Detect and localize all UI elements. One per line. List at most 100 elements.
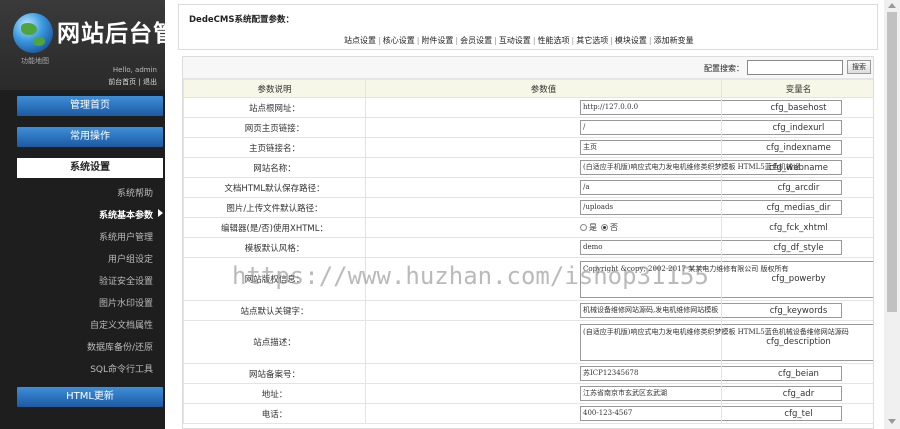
sidebar-item-user-mgmt[interactable]: 系统用户管理 — [13, 230, 153, 243]
column-header-value: 参数值 — [365, 79, 722, 98]
param-label: 网站版权信息： — [183, 257, 366, 301]
table-header-row: 参数说明 参数值 变量名 — [183, 79, 873, 98]
param-label: 地址： — [183, 383, 366, 404]
config-tabs: 站点设置 | 核心设置 | 附件设置 | 会员设置 | 互动设置 | 性能选项 | 其它选项 | 模块设置 |… — [344, 35, 744, 46]
table-row: 图片/上传文件默认路径：/uploads cfg_medias_dir — [183, 197, 873, 218]
variable-name: cfg_arcdir — [721, 177, 873, 198]
scrollbar[interactable] — [884, 0, 900, 429]
param-label: 文档HTML默认保存路径： — [183, 177, 366, 198]
variable-name: cfg_indexname — [721, 137, 873, 158]
table-row: 网站名称： (白适应手机版)响应式电力发电机维修类织梦模板 HTML5蓝色机械设 c… — [183, 157, 873, 178]
menu-common-ops[interactable]: 常用操作 — [17, 127, 163, 147]
search-button[interactable]: 搜索 — [847, 60, 871, 74]
tab-member[interactable]: 会员设置 — [460, 36, 492, 45]
menu-admin-home[interactable]: 管理首页 — [17, 96, 163, 116]
table-row: 文档HTML默认保存路径：/a cfg_arcdir — [183, 177, 873, 198]
table-row: 网站版权信息： Copyright &copy; 2002-2017 某某电力维修… — [183, 257, 873, 301]
variable-name: cfg_medias_dir — [721, 197, 873, 218]
xhtml-no-radio[interactable] — [601, 224, 608, 231]
xhtml-yes-radio[interactable] — [580, 224, 587, 231]
scroll-down-icon[interactable] — [888, 419, 896, 424]
tab-separator: | — [648, 36, 652, 45]
tab-performance[interactable]: 性能选项 — [538, 36, 570, 45]
tab-interaction[interactable]: 互动设置 — [499, 36, 531, 45]
table-row: 网页主页链接： / cfg_indexurl — [183, 117, 873, 138]
tab-site[interactable]: 站点设置 — [344, 36, 376, 45]
xhtml-no-radio-label: 否 — [610, 223, 618, 232]
frontend-home-link[interactable]: 前台首页 — [108, 78, 136, 86]
sidebar-item-doc-attrs[interactable]: 自定义文档属性 — [13, 318, 153, 331]
table-row: 站点描述： (自适应手机版)响应式电力发电机维修类织梦模板 HTML5蓝色机械设备… — [183, 320, 873, 364]
function-map-link[interactable]: 功能地图 — [21, 56, 49, 66]
column-header-desc: 参数说明 — [183, 79, 366, 98]
param-value-cell: Copyright &copy; 2002-2017 某某电力维修有限公司 版权… — [365, 257, 873, 301]
param-value-cell: 江苏省南京市玄武区玄武湖 — [365, 383, 842, 404]
sidebar-item-sql-tool[interactable]: SQL命令行工具 — [13, 362, 153, 375]
param-label: 图片/上传文件默认路径： — [183, 197, 366, 218]
param-label: 编辑器(是/否)使用XHTML： — [183, 217, 366, 238]
table-row: 电话： 400-123-4567 cfg_tel — [183, 403, 873, 424]
variable-name: cfg_adr — [721, 383, 873, 404]
xhtml-yes-radio-label: 是 — [589, 223, 597, 232]
variable-name: cfg_keywords — [721, 300, 873, 321]
config-rows: 站点根网址： http://127.0.0.0 cfg_basehost 网页主页链接… — [183, 97, 873, 424]
tab-separator: | — [494, 36, 497, 45]
tab-other[interactable]: 其它选项 — [576, 36, 608, 45]
tab-separator: | — [455, 36, 459, 45]
tab-add-variable[interactable]: 添加新变量 — [654, 36, 694, 45]
column-header-var: 变量名 — [721, 79, 873, 98]
page-title: DedeCMS系统配置参数： — [189, 15, 294, 25]
table-row: 网站备案号： 苏ICP12345678 cfg_beian — [183, 363, 873, 384]
param-value-cell: /a — [365, 177, 842, 198]
variable-name: cfg_fck_xhtml — [721, 217, 873, 238]
param-value-cell: demo — [365, 237, 842, 258]
menu-html-update[interactable]: HTML更新 — [17, 387, 163, 407]
table-row: 站点根网址： http://127.0.0.0 cfg_basehost — [183, 97, 873, 118]
sidebar-item-basic-params[interactable]: 系统基本参数 — [13, 208, 153, 221]
tab-module[interactable]: 模块设置 — [615, 36, 647, 45]
param-value-cell: (白适应手机版)响应式电力发电机维修类织梦模板 HTML5蓝色机械设 — [365, 157, 842, 178]
active-arrow-icon — [158, 209, 163, 217]
param-value-cell: (自适应手机版)响应式电力发电机维修类织梦模板 HTML5蓝色机械设备维修网站源… — [365, 320, 873, 364]
logo-area: 网站后台管 功能地图 Hello, admin 前台首页 | 退出 — [0, 0, 165, 90]
param-label: 站点描述： — [183, 320, 366, 364]
variable-name: cfg_beian — [721, 363, 873, 384]
logout-link[interactable]: 退出 — [143, 78, 157, 86]
param-value-cell: / — [365, 117, 842, 138]
param-label: 网站备案号： — [183, 363, 366, 384]
scroll-thumb[interactable] — [887, 12, 897, 312]
tab-separator: | — [416, 36, 420, 45]
menu-system-settings[interactable]: 系统设置 — [17, 158, 163, 178]
tab-separator: | — [610, 36, 613, 45]
param-value-cell: 400-123-4567 — [365, 403, 842, 424]
sidebar-item-system-help[interactable]: 系统帮助 — [13, 186, 153, 199]
param-label: 主页链接名： — [183, 137, 366, 158]
param-label: 网站名称： — [183, 157, 366, 178]
sidebar-item-user-groups[interactable]: 用户组设定 — [13, 252, 153, 265]
variable-name: cfg_df_style — [721, 237, 873, 258]
variable-name: cfg_basehost — [721, 97, 873, 118]
tab-separator: | — [571, 36, 575, 45]
tab-attachment[interactable]: 附件设置 — [421, 36, 453, 45]
tab-separator: | — [532, 36, 536, 45]
tab-core[interactable]: 核心设置 — [383, 36, 415, 45]
sidebar-item-watermark[interactable]: 图片水印设置 — [13, 296, 153, 309]
config-table: 参数说明 参数值 变量名 站点根网址： http://127.0.0.0 cfg_b… — [183, 79, 873, 424]
sidebar: 网站后台管 功能地图 Hello, admin 前台首页 | 退出 管理首页 常… — [0, 0, 165, 429]
table-row: 主页链接名： 主页 cfg_indexname — [183, 137, 873, 158]
config-table-box: 配置搜索： 搜索 参数说明 参数值 变量名 站点根网址： http://127.0… — [182, 56, 874, 429]
tab-separator: | — [378, 36, 381, 45]
search-row: 配置搜索： 搜索 — [183, 57, 873, 79]
scroll-up-icon[interactable] — [888, 3, 896, 8]
search-label: 配置搜索： — [704, 64, 744, 73]
sidebar-item-db-backup[interactable]: 数据库备份/还原 — [13, 340, 153, 353]
variable-name: cfg_indexurl — [721, 117, 873, 138]
param-label: 网页主页链接： — [183, 117, 366, 138]
table-row: 编辑器(是/否)使用XHTML： 是 否 cfg_fck_xhtml — [183, 217, 873, 238]
param-label: 站点默认关键字： — [183, 300, 366, 321]
search-input[interactable] — [747, 60, 843, 75]
sidebar-item-security[interactable]: 验证安全设置 — [13, 274, 153, 287]
table-row: 模板默认风格： demo cfg_df_style — [183, 237, 873, 258]
hello-user: Hello, admin — [112, 66, 157, 74]
globe-logo-icon — [13, 13, 53, 53]
